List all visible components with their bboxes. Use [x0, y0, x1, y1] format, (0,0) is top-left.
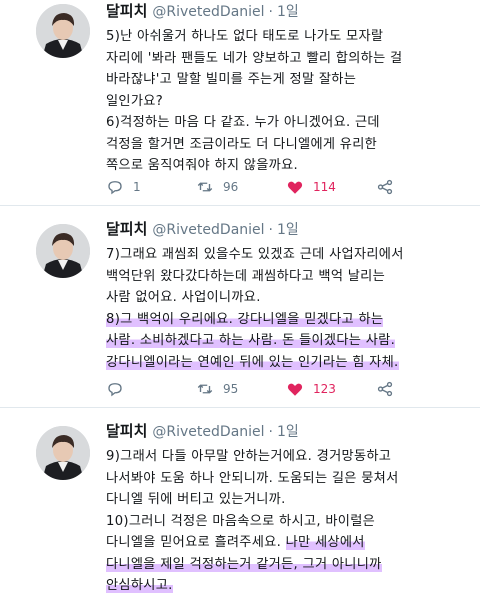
- tweet-line: 쪽으로 움직여줘야 하지 않을까요.: [106, 155, 472, 177]
- reply-icon: [108, 181, 122, 195]
- like-count: 123: [313, 382, 336, 396]
- text-segment: 자리에 '봐라 팬들도 네가 양보하고 빨리 합의하는 걸: [106, 50, 403, 66]
- tweet-line: 9)그래서 다들 아무말 안하는거에요. 경거망동하고: [106, 446, 472, 468]
- tweet: 달피치 @RivetedDaniel · 1일 7)그래요 괘씸죄 있을수도 있…: [0, 205, 480, 407]
- highlighted-text: 나만 세상에서: [285, 535, 365, 550]
- share-icon: [377, 179, 393, 195]
- tweet-line: 7)그래요 괘씸죄 있을수도 있겠죠 근데 사업자리에서: [106, 244, 472, 266]
- share-icon: [377, 381, 393, 397]
- text-segment: 다니엘 뒤에 버티고 있는거니까.: [106, 492, 286, 507]
- user-handle[interactable]: @RivetedDaniel: [152, 222, 264, 238]
- text-segment: 9)그래서 다들 아무말 안하는거에요. 경거망동하고: [106, 449, 392, 464]
- text-segment: 10)그러니 걱정은 마음속으로 하시고, 바이럴은: [106, 513, 376, 529]
- avatar[interactable]: [36, 426, 90, 480]
- tweet-actions: 95 123: [106, 380, 466, 398]
- tweet-actions: 1 96 114: [106, 178, 466, 196]
- retweet-count: 96: [223, 180, 239, 194]
- text-segment: 바라잖냐'고 말할 빌미를 주는게 정말 잘하는: [106, 72, 357, 87]
- reply-count: 1: [133, 180, 141, 194]
- separator-dot: ·: [268, 222, 273, 238]
- tweet-line: 강다니엘이라는 연예인 뒤에 있는 인기라는 힘 자체.: [106, 352, 472, 374]
- tweet-header: 달피치 @RivetedDaniel · 1일: [106, 218, 472, 244]
- tweet-line: 자리에 '봐라 팬들도 네가 양보하고 빨리 합의하는 걸: [106, 48, 472, 70]
- avatar[interactable]: [36, 4, 90, 58]
- retweet-count: 95: [223, 382, 239, 396]
- like-button[interactable]: 123: [286, 380, 376, 398]
- tweet-line: 사람. 소비하겠다고 하는 사람. 돈 들이겠다는 사람.: [106, 330, 472, 352]
- text-segment: 백억단위 왔다갔다하는데 괘씸하다고 백억 날리는: [106, 268, 386, 284]
- tweet-header: 달피치 @RivetedDaniel · 1일: [106, 0, 472, 26]
- tweet-line: 다니엘을 제일 걱정하는거 같거든, 그거 아니니까: [106, 554, 472, 576]
- text-segment: 다니엘을 믿어요로 흘려주세요.: [106, 535, 286, 550]
- text-segment: 5)난 아쉬울거 하나도 없다 태도로 나가도 모자랄: [106, 29, 384, 44]
- tweet-line: 다니엘 뒤에 버티고 있는거니까.: [106, 489, 472, 511]
- timestamp[interactable]: 1일: [277, 1, 299, 21]
- display-name[interactable]: 달피치: [106, 420, 147, 441]
- text-segment: 6)걱정하는 마음 다 같죠. 누가 아니겠어요. 근데: [106, 115, 380, 130]
- reply-icon: [108, 383, 122, 397]
- text-segment: 사람 없어요. 사업이니까요.: [106, 290, 261, 305]
- highlighted-text: 다니엘을 제일 걱정하는거 같거든, 그거 아니니까: [106, 556, 382, 572]
- tweet-text: 5)난 아쉬울거 하나도 없다 태도로 나가도 모자랄 자리에 '봐라 팬들도 …: [106, 26, 472, 177]
- text-segment: 7)그래요 괘씸죄 있을수도 있겠죠 근데 사업자리에서: [106, 247, 404, 262]
- tweet-line: 일인가요?: [106, 91, 472, 113]
- text-segment: 쪽으로 움직여줘야 하지 않을까요.: [106, 158, 299, 173]
- highlighted-text: 사람. 소비하겠다고 하는 사람. 돈 들이겠다는 사람.: [106, 333, 396, 348]
- retweet-button[interactable]: 95: [196, 380, 286, 398]
- user-handle[interactable]: @RivetedDaniel: [152, 4, 264, 20]
- retweet-icon: [197, 384, 213, 394]
- timestamp[interactable]: 1일: [277, 219, 299, 239]
- user-handle[interactable]: @RivetedDaniel: [152, 424, 264, 440]
- retweet-icon: [197, 182, 213, 192]
- tweet-line: 사람 없어요. 사업이니까요.: [106, 287, 472, 309]
- separator-dot: ·: [268, 4, 273, 20]
- tweet-line: 다니엘을 믿어요로 흘려주세요. 나만 세상에서: [106, 532, 472, 554]
- retweet-button[interactable]: 96: [196, 178, 286, 196]
- tweet-line: 10)그러니 걱정은 마음속으로 하시고, 바이럴은: [106, 511, 472, 533]
- share-button[interactable]: [376, 380, 466, 398]
- tweet: 달피치 @RivetedDaniel · 1일 5)난 아쉬울거 하나도 없다 …: [0, 0, 480, 205]
- display-name[interactable]: 달피치: [106, 218, 147, 239]
- like-button[interactable]: 114: [286, 178, 376, 196]
- timestamp[interactable]: 1일: [277, 421, 299, 441]
- heart-icon: [287, 181, 303, 194]
- text-segment: 걱정을 할거면 조금이라도 더 다니엘에게 유리한: [106, 136, 378, 152]
- tweet-line: 걱정을 할거면 조금이라도 더 다니엘에게 유리한: [106, 134, 472, 156]
- share-button[interactable]: [376, 178, 466, 196]
- tweet-line: 백억단위 왔다갔다하는데 괘씸하다고 백억 날리는: [106, 266, 472, 288]
- tweet-line: 나서봐야 도움 하나 안되니까. 도움되는 길은 뭉쳐서: [106, 468, 472, 490]
- highlighted-text: 강다니엘이라는 연예인 뒤에 있는 인기라는 힘 자체.: [106, 354, 399, 370]
- tweet-line: 안심하시고.: [106, 575, 472, 597]
- reply-button[interactable]: 1: [106, 178, 196, 196]
- highlighted-text: 8)그 백억이 우리에요. 강다니엘을 믿겠다고 하는: [106, 311, 384, 327]
- tweet: 달피치 @RivetedDaniel · 1일 9)그래서 다들 아무말 안하는…: [0, 407, 480, 595]
- text-segment: 일인가요?: [106, 93, 164, 109]
- tweet-line: 바라잖냐'고 말할 빌미를 주는게 정말 잘하는: [106, 69, 472, 91]
- heart-icon: [287, 383, 303, 396]
- tweet-line: 6)걱정하는 마음 다 같죠. 누가 아니겠어요. 근데: [106, 112, 472, 134]
- tweet-text: 7)그래요 괘씸죄 있을수도 있겠죠 근데 사업자리에서 백억단위 왔다갔다하는…: [106, 244, 472, 373]
- avatar[interactable]: [36, 224, 90, 278]
- tweet-text: 9)그래서 다들 아무말 안하는거에요. 경거망동하고 나서봐야 도움 하나 안…: [106, 446, 472, 597]
- like-count: 114: [313, 180, 336, 194]
- display-name[interactable]: 달피치: [106, 0, 147, 21]
- tweet-header: 달피치 @RivetedDaniel · 1일: [106, 420, 472, 446]
- text-segment: 나서봐야 도움 하나 안되니까. 도움되는 길은 뭉쳐서: [106, 470, 399, 486]
- reply-button[interactable]: [106, 380, 196, 398]
- tweet-line: 5)난 아쉬울거 하나도 없다 태도로 나가도 모자랄: [106, 26, 472, 48]
- tweet-line: 8)그 백억이 우리에요. 강다니엘을 믿겠다고 하는: [106, 309, 472, 331]
- separator-dot: ·: [268, 424, 273, 440]
- highlighted-text: 안심하시고.: [106, 578, 173, 593]
